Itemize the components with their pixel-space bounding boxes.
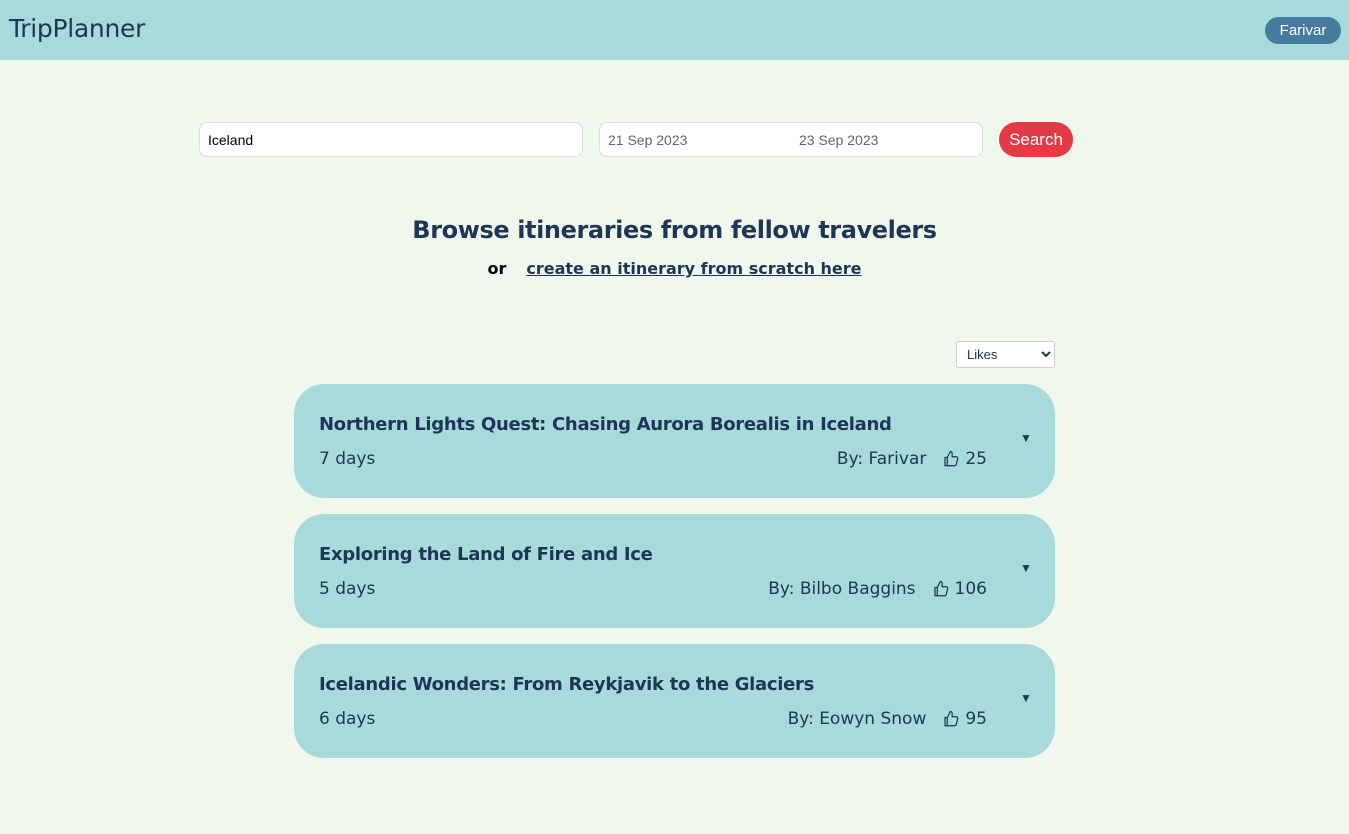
like-count: 106 [954,579,987,599]
create-itinerary-prompt: or create an itinerary from scratch here [0,259,1349,278]
itinerary-title: Icelandic Wonders: From Reykjavik to the… [319,674,815,695]
start-date-value[interactable]: 21 Sep 2023 [608,132,687,148]
like-count: 95 [965,709,987,729]
thumbs-up-icon[interactable] [942,450,960,468]
end-date-value[interactable]: 23 Sep 2023 [799,132,878,148]
itinerary-duration: 5 days [319,579,376,599]
user-menu-button[interactable]: Farivar [1265,17,1341,44]
search-button[interactable]: Search [999,122,1073,157]
itinerary-title: Northern Lights Quest: Chasing Aurora Bo… [319,414,892,435]
itinerary-card[interactable]: Northern Lights Quest: Chasing Aurora Bo… [294,384,1055,498]
chevron-down-icon[interactable]: ▼ [1020,431,1032,445]
page-heading: Browse itineraries from fellow travelers [412,216,937,244]
thumbs-up-icon[interactable] [932,580,950,598]
destination-search-input[interactable] [199,122,583,157]
itinerary-duration: 6 days [319,709,376,729]
itinerary-meta: By: Eowyn Snow 95 [788,709,987,729]
top-navbar: TripPlanner Farivar [0,0,1349,60]
thumbs-up-icon[interactable] [942,710,960,728]
like-count: 25 [965,449,987,469]
itinerary-duration: 7 days [319,449,376,469]
itinerary-author: By: Bilbo Baggins [768,579,916,599]
or-label: or [487,259,507,278]
itinerary-author: By: Farivar [836,449,927,469]
chevron-down-icon[interactable]: ▼ [1020,561,1032,575]
date-range-picker[interactable]: 21 Sep 2023 23 Sep 2023 [599,122,983,157]
sort-select[interactable]: Likes [956,341,1055,368]
chevron-down-icon[interactable]: ▼ [1020,691,1032,705]
itinerary-meta: By: Farivar 25 [837,449,987,469]
itinerary-author: By: Eowyn Snow [787,709,927,729]
itinerary-title: Exploring the Land of Fire and Ice [319,544,653,565]
create-itinerary-link[interactable]: create an itinerary from scratch here [526,259,861,278]
itinerary-card[interactable]: Exploring the Land of Fire and Ice 5 day… [294,514,1055,628]
itinerary-card[interactable]: Icelandic Wonders: From Reykjavik to the… [294,644,1055,758]
app-logo-title[interactable]: TripPlanner [9,14,145,43]
itinerary-meta: By: Bilbo Baggins 106 [768,579,987,599]
